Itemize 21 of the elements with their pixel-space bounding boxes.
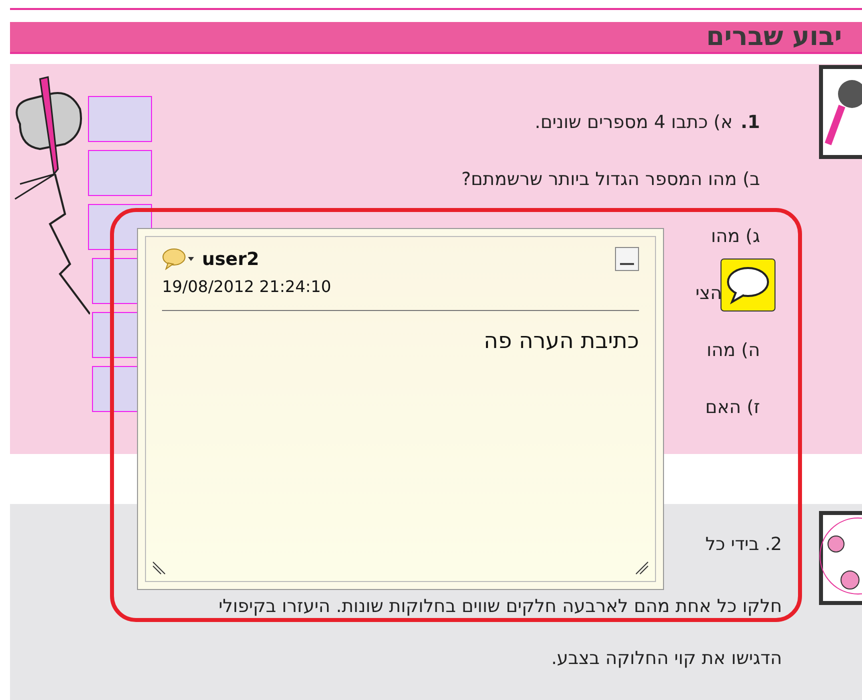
magnifier-icon (818, 64, 862, 160)
answer-box[interactable] (88, 150, 152, 196)
comment-text[interactable]: כתיבת הערה פה (162, 329, 639, 354)
page-title: יבוע שברים (706, 22, 842, 52)
instruction-text: הדגישו את קוי החלוקה בצבע. (551, 648, 782, 671)
question-text: הצי (696, 283, 722, 306)
minimize-button[interactable] (615, 247, 639, 271)
question-text: ב) מהו המספר הגדול ביותר שרשמתם? (461, 169, 760, 192)
instruction-text: 2. בידי כל (705, 534, 782, 557)
comment-note-icon[interactable] (720, 258, 776, 312)
question-text: ג) מהו (710, 226, 760, 250)
resize-grip-icon[interactable] (633, 559, 649, 575)
answer-box[interactable] (88, 96, 152, 142)
instruction-text: חלקו כל אחת מהם לארבעה חלקים שווים בחלוקות שונות. היעזרו בקיפולי (218, 596, 782, 619)
comment-author: user2 (202, 248, 260, 270)
question-text: ה) מהו (706, 340, 760, 364)
paper-shapes-icon (818, 510, 862, 606)
comment-timestamp: 19/08/2012 21:24:10 (162, 277, 332, 296)
speech-bubble-icon[interactable] (162, 248, 196, 270)
resize-grip-icon[interactable] (152, 559, 168, 575)
question-text: ז) האם (705, 397, 760, 420)
